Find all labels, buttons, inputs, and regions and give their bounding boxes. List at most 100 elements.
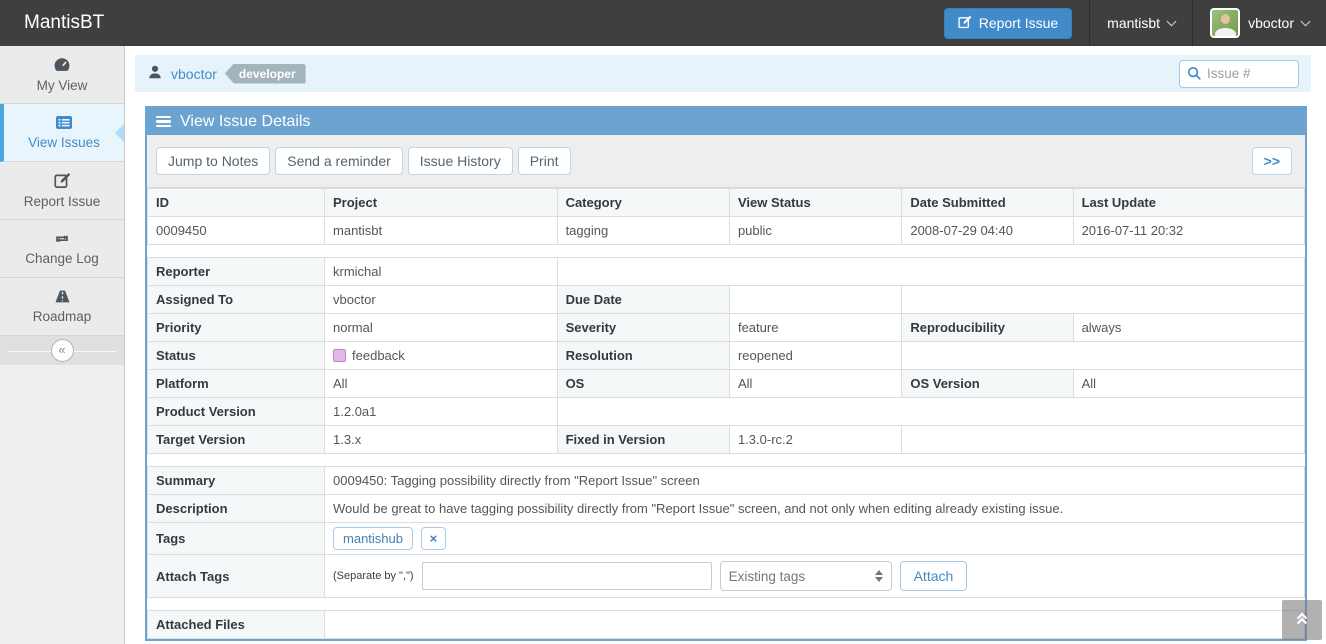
resolution-value: reopened (729, 342, 901, 370)
platform-value: All (325, 370, 558, 398)
dashboard-icon (53, 57, 71, 73)
issue-last-update: 2016-07-11 20:32 (1073, 217, 1304, 245)
issue-date-submitted: 2008-07-29 04:40 (902, 217, 1073, 245)
empty-cell (557, 258, 1304, 286)
sidebar-item-change-log[interactable]: Change Log (0, 220, 124, 278)
row-status: Status feedback Resolution reopened (148, 342, 1305, 370)
select-spinner-icon (875, 570, 883, 582)
scroll-top-button[interactable] (1282, 600, 1322, 640)
sidebar-collapse-strip: « (0, 336, 124, 365)
issue-category: tagging (557, 217, 729, 245)
user-dropdown-label: vboctor (1248, 15, 1294, 31)
sidebar-item-label: My View (37, 78, 88, 93)
report-issue-label: Report Issue (979, 15, 1058, 31)
issue-summary-table: ID Project Category View Status Date Sub… (147, 188, 1305, 245)
row-description: Description Would be great to have taggi… (148, 495, 1305, 523)
tags-label: Tags (148, 523, 325, 555)
tag-mantishub[interactable]: mantishub (333, 527, 413, 550)
send-reminder-button[interactable]: Send a reminder (275, 147, 403, 175)
col-header-last-update: Last Update (1073, 189, 1304, 217)
sidebar-item-my-view[interactable]: My View (0, 46, 124, 104)
page-title: View Issue Details (180, 113, 310, 131)
due-date-value (729, 286, 901, 314)
due-date-label: Due Date (557, 286, 729, 314)
edit-icon (958, 15, 972, 32)
reproducibility-value: always (1073, 314, 1304, 342)
navbar-right: Report Issue mantisbt vboctor (944, 0, 1326, 46)
col-header-project: Project (325, 189, 558, 217)
sidebar-collapse-button[interactable]: « (51, 339, 74, 362)
col-header-view-status: View Status (729, 189, 901, 217)
os-value: All (729, 370, 901, 398)
empty-cell (557, 398, 1304, 426)
attached-files-value (325, 611, 1305, 639)
issue-description-table: Summary 0009450: Tagging possibility dir… (147, 466, 1305, 598)
fixed-in-version-value: 1.3.0-rc.2 (729, 426, 901, 454)
attach-button[interactable]: Attach (900, 561, 968, 591)
main-content: vboctor developer View Issue Details Jum… (125, 46, 1326, 644)
status-label: Status (148, 342, 325, 370)
reporter-value: krmichal (325, 258, 558, 286)
existing-tags-select[interactable]: Existing tags (720, 561, 892, 591)
target-version-value: 1.3.x (325, 426, 558, 454)
avatar (1210, 8, 1240, 38)
empty-cell (902, 426, 1305, 454)
list-icon (55, 115, 73, 130)
user-dropdown[interactable]: vboctor (1193, 0, 1326, 46)
sidebar-item-label: Change Log (25, 251, 99, 266)
row-platform: Platform All OS All OS Version All (148, 370, 1305, 398)
sidebar: My View View Issues Report Issue (0, 46, 125, 644)
existing-tags-select-value: Existing tags (729, 569, 806, 584)
report-issue-button[interactable]: Report Issue (944, 8, 1072, 39)
row-reporter: Reporter krmichal (148, 258, 1305, 286)
collapse-left-icon: « (58, 342, 65, 357)
print-button[interactable]: Print (518, 147, 571, 175)
remove-tag-button[interactable]: × (421, 527, 447, 550)
attach-tags-input[interactable] (422, 562, 712, 590)
col-header-category: Category (557, 189, 729, 217)
chevron-up-icon (1294, 611, 1310, 629)
severity-label: Severity (557, 314, 729, 342)
os-label: OS (557, 370, 729, 398)
top-navbar: MantisBT Report Issue mantisbt vboctor (0, 0, 1326, 46)
empty-cell (902, 286, 1305, 314)
app-logo[interactable]: MantisBT (0, 12, 128, 34)
issue-view-status: public (729, 217, 901, 245)
issue-history-button[interactable]: Issue History (408, 147, 513, 175)
person-icon (147, 64, 163, 83)
sidebar-item-report-issue[interactable]: Report Issue (0, 162, 124, 220)
panel-header: View Issue Details (147, 108, 1305, 135)
assigned-to-value: vboctor (325, 286, 558, 314)
username-link[interactable]: vboctor (171, 66, 217, 82)
sidebar-item-label: Report Issue (24, 194, 101, 209)
row-assigned-to: Assigned To vboctor Due Date (148, 286, 1305, 314)
empty-cell (902, 342, 1305, 370)
description-value: Would be great to have tagging possibili… (325, 495, 1305, 523)
close-icon: × (430, 531, 438, 546)
col-header-date-submitted: Date Submitted (902, 189, 1073, 217)
tags-value: mantishub × (325, 523, 1305, 555)
next-issue-button[interactable]: >> (1252, 147, 1292, 175)
row-target-version: Target Version 1.3.x Fixed in Version 1.… (148, 426, 1305, 454)
retweet-icon (53, 231, 71, 246)
assigned-to-label: Assigned To (148, 286, 325, 314)
row-product-version: Product Version 1.2.0a1 (148, 398, 1305, 426)
project-dropdown[interactable]: mantisbt (1090, 0, 1192, 46)
user-infobar: vboctor developer (135, 55, 1311, 92)
description-label: Description (148, 495, 325, 523)
attach-tags-label: Attach Tags (148, 555, 325, 598)
priority-label: Priority (148, 314, 325, 342)
chevron-down-icon (1167, 16, 1177, 26)
sidebar-item-view-issues[interactable]: View Issues (0, 104, 124, 162)
row-tags: Tags mantishub × (148, 523, 1305, 555)
resolution-label: Resolution (557, 342, 729, 370)
sidebar-item-roadmap[interactable]: Roadmap (0, 278, 124, 336)
project-dropdown-label: mantisbt (1107, 15, 1160, 31)
jump-to-notes-button[interactable]: Jump to Notes (156, 147, 270, 175)
search-icon (1187, 66, 1202, 84)
reporter-label: Reporter (148, 258, 325, 286)
platform-label: Platform (148, 370, 325, 398)
status-text: feedback (352, 348, 405, 363)
issue-search (1179, 60, 1299, 88)
col-header-id: ID (148, 189, 325, 217)
